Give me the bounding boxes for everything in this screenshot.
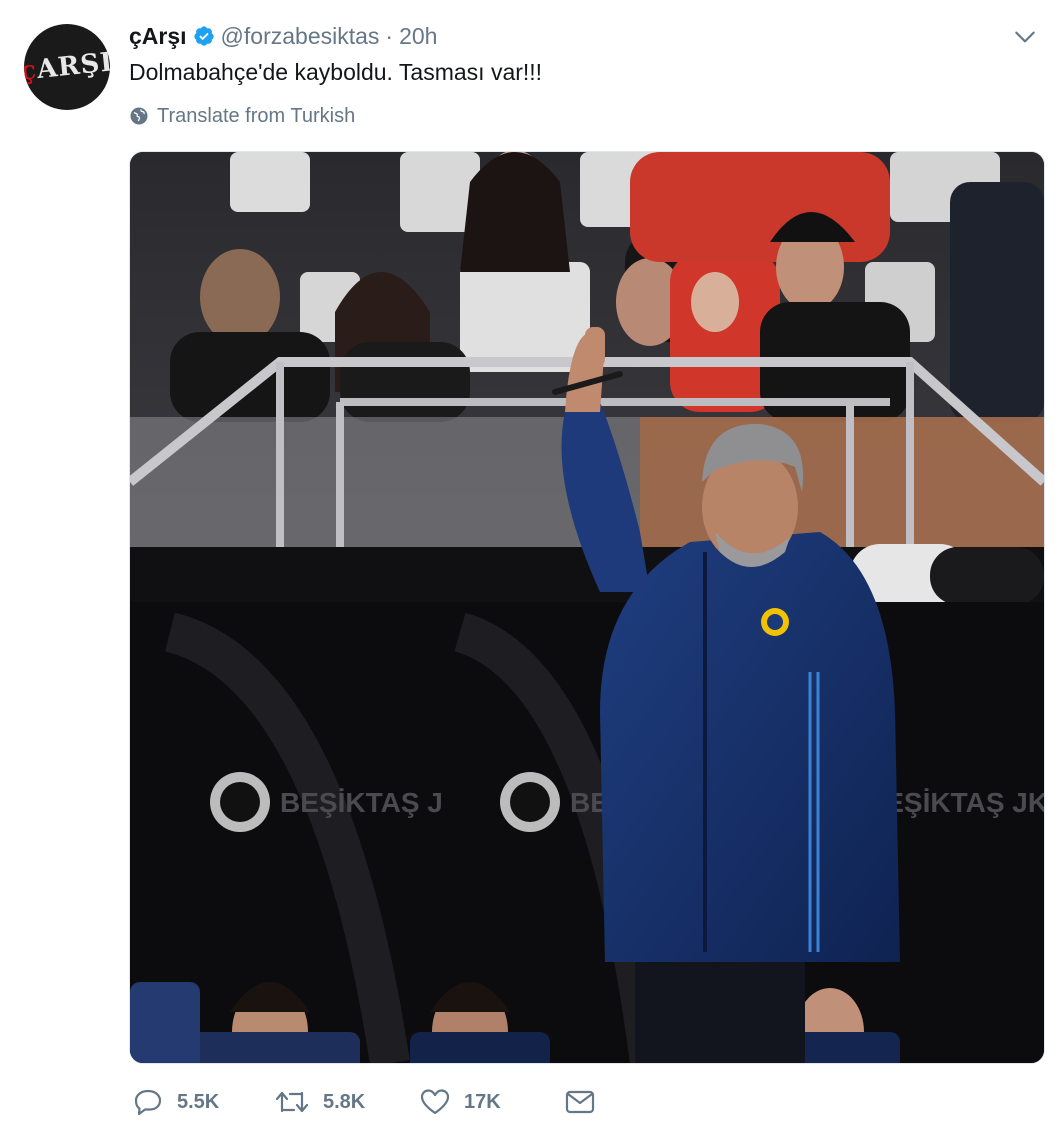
retweet-icon xyxy=(275,1091,309,1113)
timestamp[interactable]: 20h xyxy=(399,23,437,50)
banner-text-left: BEŞİKTAŞ J xyxy=(280,787,443,818)
photo-scene: BEŞİKTAŞ J BEŞ BEŞİKTAŞ JK xyxy=(130,152,1044,1063)
separator-dot: · xyxy=(385,22,394,49)
tweet-text: Dolmabahçe'de kayboldu. Tasması var!!! xyxy=(129,59,543,85)
verified-badge-icon xyxy=(193,26,214,46)
avatar-logo-text: ARŞI xyxy=(35,47,110,86)
like-button[interactable]: 17K xyxy=(420,1088,501,1116)
action-bar: 5.5K 5.8K 17K xyxy=(129,1084,595,1120)
heart-icon xyxy=(420,1089,450,1115)
avatar[interactable]: çARŞI xyxy=(24,24,110,110)
retweet-button[interactable]: 5.8K xyxy=(275,1089,365,1115)
reply-count: 5.5K xyxy=(177,1090,220,1113)
tweet-photo[interactable]: BEŞİKTAŞ J BEŞ BEŞİKTAŞ JK xyxy=(129,151,1045,1064)
avatar-logo: çARŞI xyxy=(24,47,110,87)
globe-icon xyxy=(130,107,148,125)
like-count: 17K xyxy=(464,1090,501,1113)
display-name[interactable]: çArşı xyxy=(129,23,187,50)
retweet-count: 5.8K xyxy=(323,1090,366,1113)
handle[interactable]: @forzabesiktas xyxy=(221,23,380,50)
reply-icon xyxy=(134,1089,162,1116)
direct-message-button[interactable] xyxy=(565,1090,609,1114)
translate-label: Translate from Turkish xyxy=(157,104,356,127)
tweet-header: çArşı @forzabesiktas · 20h xyxy=(129,20,437,52)
tweet-card: çARŞI çArşı @forzabesiktas · 20h Dolmaba… xyxy=(0,0,1062,1136)
envelope-icon xyxy=(565,1090,595,1114)
translate-link[interactable]: Translate from Turkish xyxy=(129,102,355,130)
chevron-down-icon[interactable] xyxy=(1012,24,1038,50)
reply-button[interactable]: 5.5K xyxy=(133,1088,219,1116)
